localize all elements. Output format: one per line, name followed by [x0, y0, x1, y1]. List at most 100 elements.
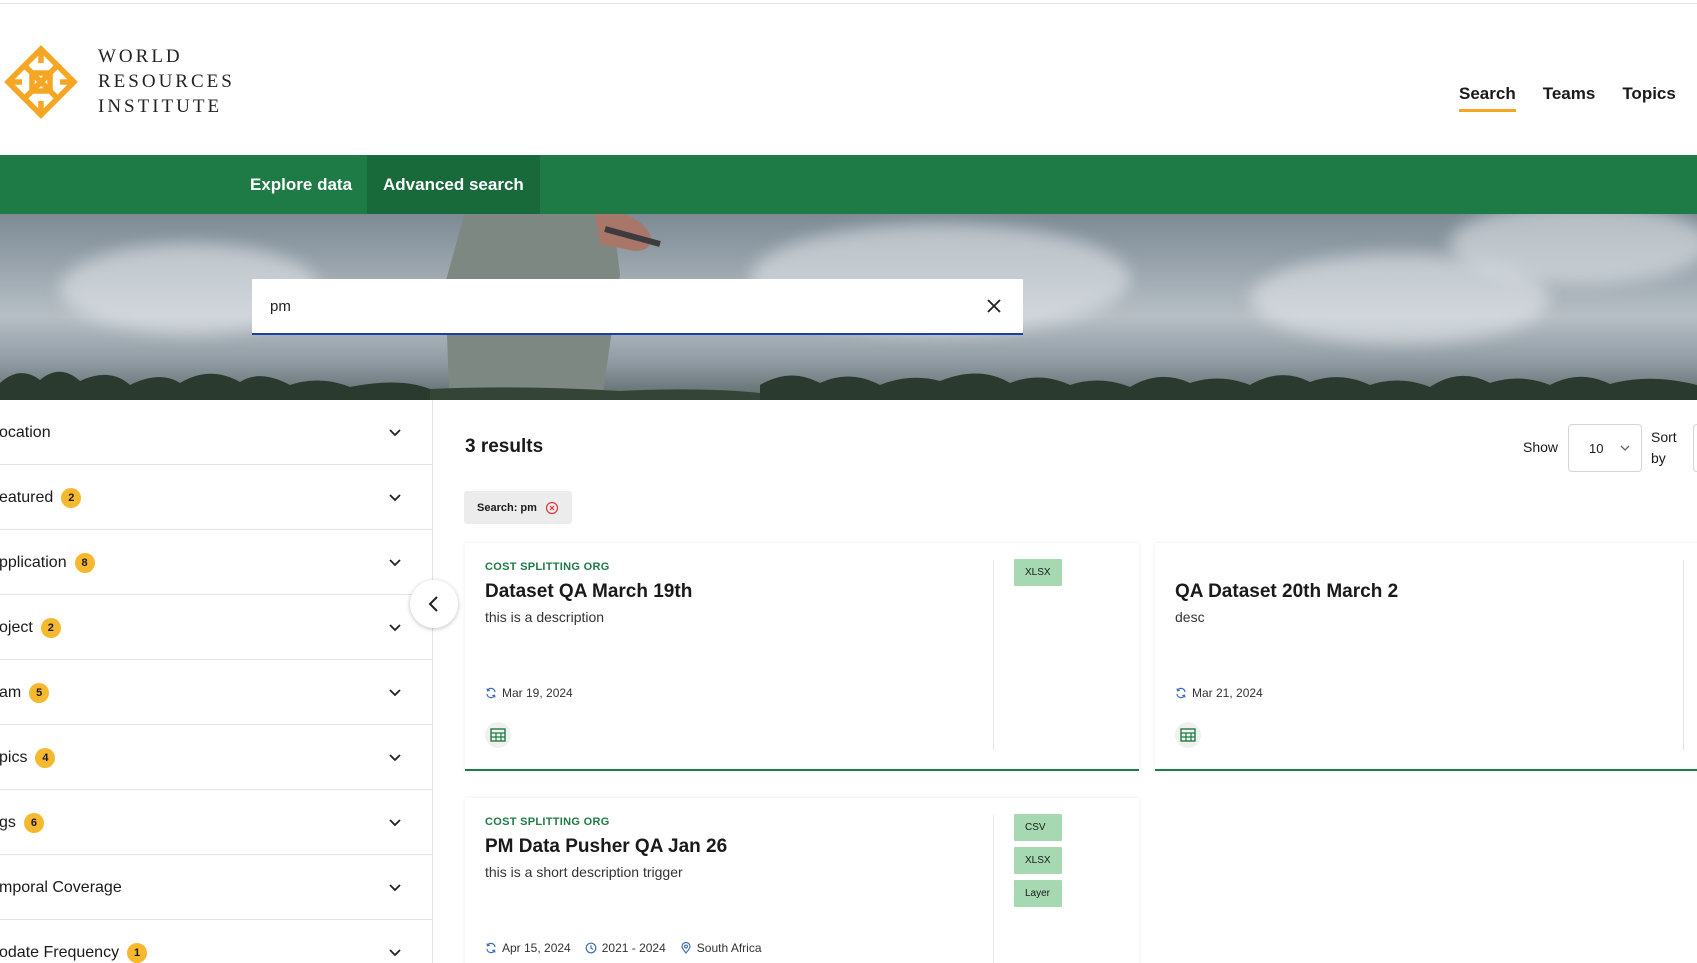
card-updated-date: Apr 15, 2024	[502, 941, 571, 955]
dataset-card[interactable]: COST SPLITTING ORG PM Data Pusher QA Jan…	[465, 798, 1139, 963]
card-divider	[993, 560, 994, 750]
table-icon	[485, 722, 511, 748]
chevron-down-icon	[389, 754, 401, 762]
chevron-down-icon	[389, 624, 401, 632]
table-icon	[1175, 722, 1201, 748]
chevron-down-icon	[389, 884, 401, 892]
tab-advanced-search[interactable]: Advanced search	[367, 155, 540, 214]
chevron-down-icon	[389, 949, 401, 957]
format-tags: XLSX	[1014, 559, 1062, 586]
filter-label: odate Frequency	[0, 943, 120, 961]
format-tag: CSV	[1014, 814, 1062, 841]
chip-label: Search: pm	[477, 501, 537, 514]
refresh-icon	[486, 942, 496, 954]
chevron-left-icon	[428, 596, 438, 612]
filter-team[interactable]: am 5	[0, 660, 432, 725]
card-description: desc	[1175, 609, 1205, 625]
logo-line: RESOURCES	[98, 71, 235, 92]
filter-sidebar: ocation eatured 2 pplication 8 oject 2 am 5 …	[0, 400, 433, 963]
clock-icon	[585, 942, 597, 954]
filter-topics[interactable]: pics 4	[0, 725, 432, 790]
wri-logo[interactable]: WORLD RESOURCES INSTITUTE	[4, 44, 235, 119]
location-pin-icon	[681, 942, 691, 954]
filter-tags[interactable]: gs 6	[0, 790, 432, 855]
chevron-down-icon	[389, 559, 401, 567]
card-title[interactable]: QA Dataset 20th March 2	[1175, 581, 1398, 603]
logo-line: INSTITUTE	[98, 96, 223, 117]
filter-featured[interactable]: eatured 2	[0, 465, 432, 530]
page-size-select[interactable]: 10	[1568, 424, 1642, 472]
filter-label: ocation	[0, 423, 51, 441]
card-temporal-coverage: 2021 - 2024	[601, 941, 666, 955]
card-updated-date: Mar 21, 2024	[1192, 686, 1263, 700]
filter-label: pics	[0, 748, 28, 766]
active-filter-chip: Search: pm	[464, 491, 572, 524]
card-location: South Africa	[696, 941, 762, 955]
close-icon[interactable]	[983, 295, 1005, 317]
filter-label: mporal Coverage	[0, 878, 122, 896]
card-divider	[993, 815, 994, 963]
nav-topics[interactable]: Topics	[1622, 84, 1676, 110]
logo-wordmark: WORLD RESOURCES INSTITUTE	[98, 44, 235, 119]
collapse-sidebar-button[interactable]	[410, 580, 458, 628]
filter-count-badge: 1	[127, 942, 148, 963]
format-tag: Layer	[1014, 880, 1062, 907]
card-meta: Apr 15, 2024 2021 - 2024 South Africa	[485, 941, 762, 955]
show-label: Show	[1523, 439, 1559, 455]
filter-count-badge: 8	[74, 552, 95, 573]
tab-explore-data[interactable]: Explore data	[234, 155, 368, 214]
format-tags: CSV XLSX Layer	[1014, 814, 1062, 907]
card-divider	[1683, 560, 1684, 750]
filter-temporal-coverage[interactable]: mporal Coverage	[0, 855, 432, 920]
card-org: COST SPLITTING ORG	[485, 561, 610, 573]
sub-nav: Explore data Advanced search	[0, 155, 1697, 214]
filter-location[interactable]: ocation	[0, 400, 432, 465]
filter-count-badge: 2	[61, 487, 82, 508]
card-description: this is a short description trigger	[485, 864, 683, 880]
chevron-down-icon	[389, 819, 401, 827]
chevron-down-icon	[389, 689, 401, 697]
filter-label: gs	[0, 813, 16, 831]
filter-label: pplication	[0, 553, 67, 571]
filter-count-badge: 4	[35, 747, 56, 768]
card-meta: Mar 21, 2024	[1175, 686, 1263, 700]
format-tag: XLSX	[1014, 847, 1062, 874]
remove-filter-icon[interactable]	[545, 501, 559, 515]
refresh-icon	[1176, 687, 1186, 699]
filter-project[interactable]: oject 2	[0, 595, 432, 660]
logo-line: WORLD	[98, 46, 183, 67]
page-size-value: 10	[1589, 440, 1604, 456]
format-tag: XLSX	[1014, 559, 1062, 586]
chevron-down-icon	[1620, 445, 1630, 451]
site-header: WORLD RESOURCES INSTITUTE Search Teams T…	[0, 4, 1697, 155]
nav-search[interactable]: Search	[1459, 84, 1516, 112]
card-meta: Mar 19, 2024	[485, 686, 573, 700]
filter-count-badge: 2	[40, 617, 61, 638]
card-updated-date: Mar 19, 2024	[502, 686, 573, 700]
filter-application[interactable]: pplication 8	[0, 530, 432, 595]
card-title[interactable]: PM Data Pusher QA Jan 26	[485, 836, 727, 858]
filter-count-badge: 5	[29, 682, 50, 703]
nav-teams[interactable]: Teams	[1543, 84, 1596, 110]
filter-update-frequency[interactable]: odate Frequency 1	[0, 920, 432, 963]
filter-label: eatured	[0, 488, 54, 506]
wri-logo-icon	[4, 44, 78, 119]
refresh-icon	[486, 687, 496, 699]
dataset-card[interactable]: COST SPLITTING ORG Dataset QA March 19th…	[465, 543, 1139, 771]
results-count: 3 results	[465, 436, 544, 457]
chevron-down-icon	[389, 494, 401, 502]
search-input[interactable]: pm	[270, 298, 983, 315]
chevron-down-icon	[389, 429, 401, 437]
filter-count-badge: 6	[23, 812, 44, 833]
card-org: COST SPLITTING ORG	[485, 816, 610, 828]
palm-treeline	[0, 371, 1697, 400]
search-box: pm	[252, 279, 1023, 335]
sort-select[interactable]	[1693, 424, 1697, 472]
sort-label: Sort by	[1651, 429, 1677, 466]
card-title[interactable]: Dataset QA March 19th	[485, 581, 692, 603]
main-nav: Search Teams Topics Ab	[1459, 84, 1697, 112]
card-description: this is a description	[485, 609, 605, 625]
filter-label: am	[0, 683, 22, 701]
dataset-card[interactable]: QA Dataset 20th March 2 desc Mar 21, 202…	[1155, 543, 1697, 771]
filter-label: oject	[0, 618, 33, 636]
